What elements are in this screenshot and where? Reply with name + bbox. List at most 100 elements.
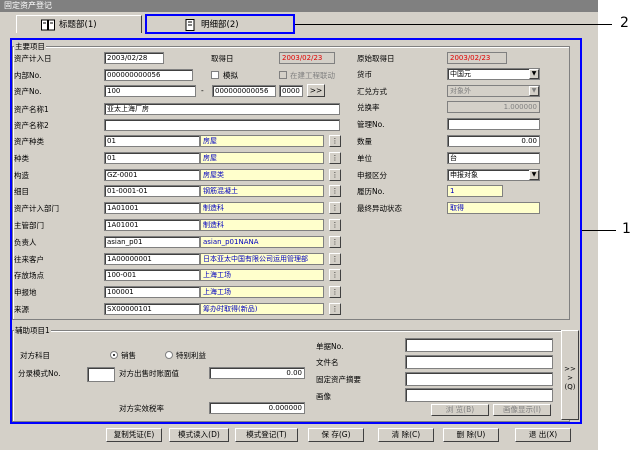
lookup-button[interactable]: ⋮ [329,303,341,315]
lookup-button[interactable]: ⋮ [329,236,341,248]
internal-no-field[interactable]: 000000000056 [104,69,193,81]
footer-button[interactable]: 模式读入(D) [169,428,229,442]
coded-row-name-field: 房屋 [200,135,324,147]
lookup-button[interactable]: ⋮ [329,286,341,298]
expand-button[interactable]: >>> (Q) [561,330,579,420]
asset-entry-date-label: 资产计入日 [14,54,52,63]
show-image-button[interactable]: 画像显示(I) [493,404,551,416]
coded-row-code-field[interactable]: GZ-0001 [104,169,200,181]
coded-row-label: 存放场点 [14,271,44,280]
special-gain-radio-label: 特别利益 [176,351,206,360]
asset-summary-field[interactable] [405,372,553,386]
coded-row-code-field[interactable]: 100-001 [104,269,200,281]
lookup-button[interactable]: ⋮ [329,185,341,197]
coded-row-code-field[interactable]: 01-0001-01 [104,185,200,197]
coded-row-code-field[interactable]: 01 [104,152,200,164]
exchange-rate-label: 兑换率 [357,103,380,112]
callout-line-panel [582,230,616,231]
asset-no-field-3[interactable]: 0000 [279,85,303,97]
lookup-button[interactable]: ⋮ [329,169,341,181]
coded-row-label: 资产计入部门 [14,204,59,213]
footer-button[interactable]: 清 除(C) [378,428,434,442]
final-status-field: 取得 [447,202,540,214]
sale-book-value-label: 对方出售时账面值 [119,369,179,378]
chevron-down-icon: ▼ [529,69,539,79]
coded-row-label: 细目 [14,187,29,196]
footer-button[interactable]: 保 存(G) [308,428,364,442]
tab-header[interactable]: 标题部(1) [16,15,142,33]
asset-no-label: 资产No. [14,87,42,96]
history-no-label: 履历No. [357,187,385,196]
orig-acquire-date-label: 原始取得日 [357,54,395,63]
exchange-method-select: 对象外 ▼ [447,85,540,97]
callout-panel: 1 [622,221,631,237]
asset-no-field-2[interactable]: 000000000056 [212,85,276,97]
coded-row-label: 种类 [14,154,29,163]
exchange-rate-field: 1.000000 [447,101,540,113]
callout-line-tabs [295,24,612,25]
coded-row-name-field: 筹办时取得(新品) [200,303,324,315]
coded-row-label: 资产种类 [14,137,44,146]
final-status-label: 最终异动状态 [357,204,402,213]
coded-row-name-field: asian_p01NANA [200,236,324,248]
lookup-button[interactable]: ⋮ [329,202,341,214]
asset-no-next-button[interactable]: >> [307,84,325,97]
asset-no-field[interactable]: 100 [104,85,196,97]
document-no-label: 单据No. [316,342,344,351]
entry-mode-field[interactable] [87,367,115,382]
asset-summary-label: 固定资产摘要 [316,375,361,384]
coded-row-name-field: 日本亚太中国有限公司运用管理部 [200,253,324,265]
quantity-label: 数量 [357,137,372,146]
file-name-field[interactable] [405,355,553,369]
asset-name2-field[interactable] [104,119,340,131]
footer-button[interactable]: 模式登记(T) [235,428,298,442]
currency-select[interactable]: 中国元 ▼ [447,68,540,80]
coded-row-code-field[interactable]: SX00000101 [104,303,200,315]
coded-row-code-field[interactable]: asian_p01 [104,236,200,248]
sales-radio[interactable] [110,351,118,359]
footer-button[interactable]: 复制凭证(E) [106,428,162,442]
lookup-button[interactable]: ⋮ [329,269,341,281]
coded-row-code-field[interactable]: 1A01001 [104,202,200,214]
coded-row-label: 申报地 [14,288,37,297]
document-no-field[interactable] [405,338,553,352]
history-no-field: 1 [447,185,503,197]
chevron-down-icon: ▼ [529,86,539,96]
simulate-checkbox[interactable] [211,71,219,79]
callout-tabs: 2 [620,15,629,31]
coded-row-name-field: 上海工场 [200,269,324,281]
window-title: 固定资产登记 [0,0,598,12]
tab-detail[interactable]: 明细部(2) [145,14,295,34]
footer-button[interactable]: 退 出(X) [515,428,571,442]
special-gain-radio[interactable] [165,351,173,359]
management-no-field[interactable] [447,118,540,130]
asset-entry-date-field[interactable]: 2003/02/28 [104,52,164,64]
browse-button[interactable]: 浏 览(B) [431,404,489,416]
lookup-button[interactable]: ⋮ [329,219,341,231]
lookup-button[interactable]: ⋮ [329,152,341,164]
image-field[interactable] [405,388,553,402]
quantity-field[interactable]: 0.00 [447,135,540,147]
coded-row-code-field[interactable]: 1A00000001 [104,253,200,265]
document-icon [185,18,195,31]
construction-link-checkbox [279,71,287,79]
asset-name1-field[interactable]: 亚太上海厂房 [104,103,340,115]
declaration-type-value: 申报对象 [450,171,478,179]
coded-row-code-field[interactable]: 1A01001 [104,219,200,231]
coded-row-code-field[interactable]: 100001 [104,286,200,298]
sale-book-value-field[interactable]: 0.00 [209,367,305,379]
internal-no-label: 内部No. [14,71,42,80]
lookup-button[interactable]: ⋮ [329,253,341,265]
effective-tax-rate-field[interactable]: 0.000000 [209,402,305,414]
lookup-button[interactable]: ⋮ [329,135,341,147]
coded-row-code-field[interactable]: 01 [104,135,200,147]
coded-row-name-field: 上海工场 [200,286,324,298]
unit-field[interactable]: 台 [447,152,540,164]
footer-button[interactable]: 删 除(U) [443,428,499,442]
construction-link-label: 在建工程联动 [290,71,335,80]
coded-row-label: 往来客户 [14,255,44,264]
coded-row-name-field: 房屋类 [200,169,324,181]
coded-row-label: 构造 [14,171,29,180]
declaration-type-select[interactable]: 申报对象 ▼ [447,169,540,181]
coded-row-name-field: 房屋 [200,152,324,164]
